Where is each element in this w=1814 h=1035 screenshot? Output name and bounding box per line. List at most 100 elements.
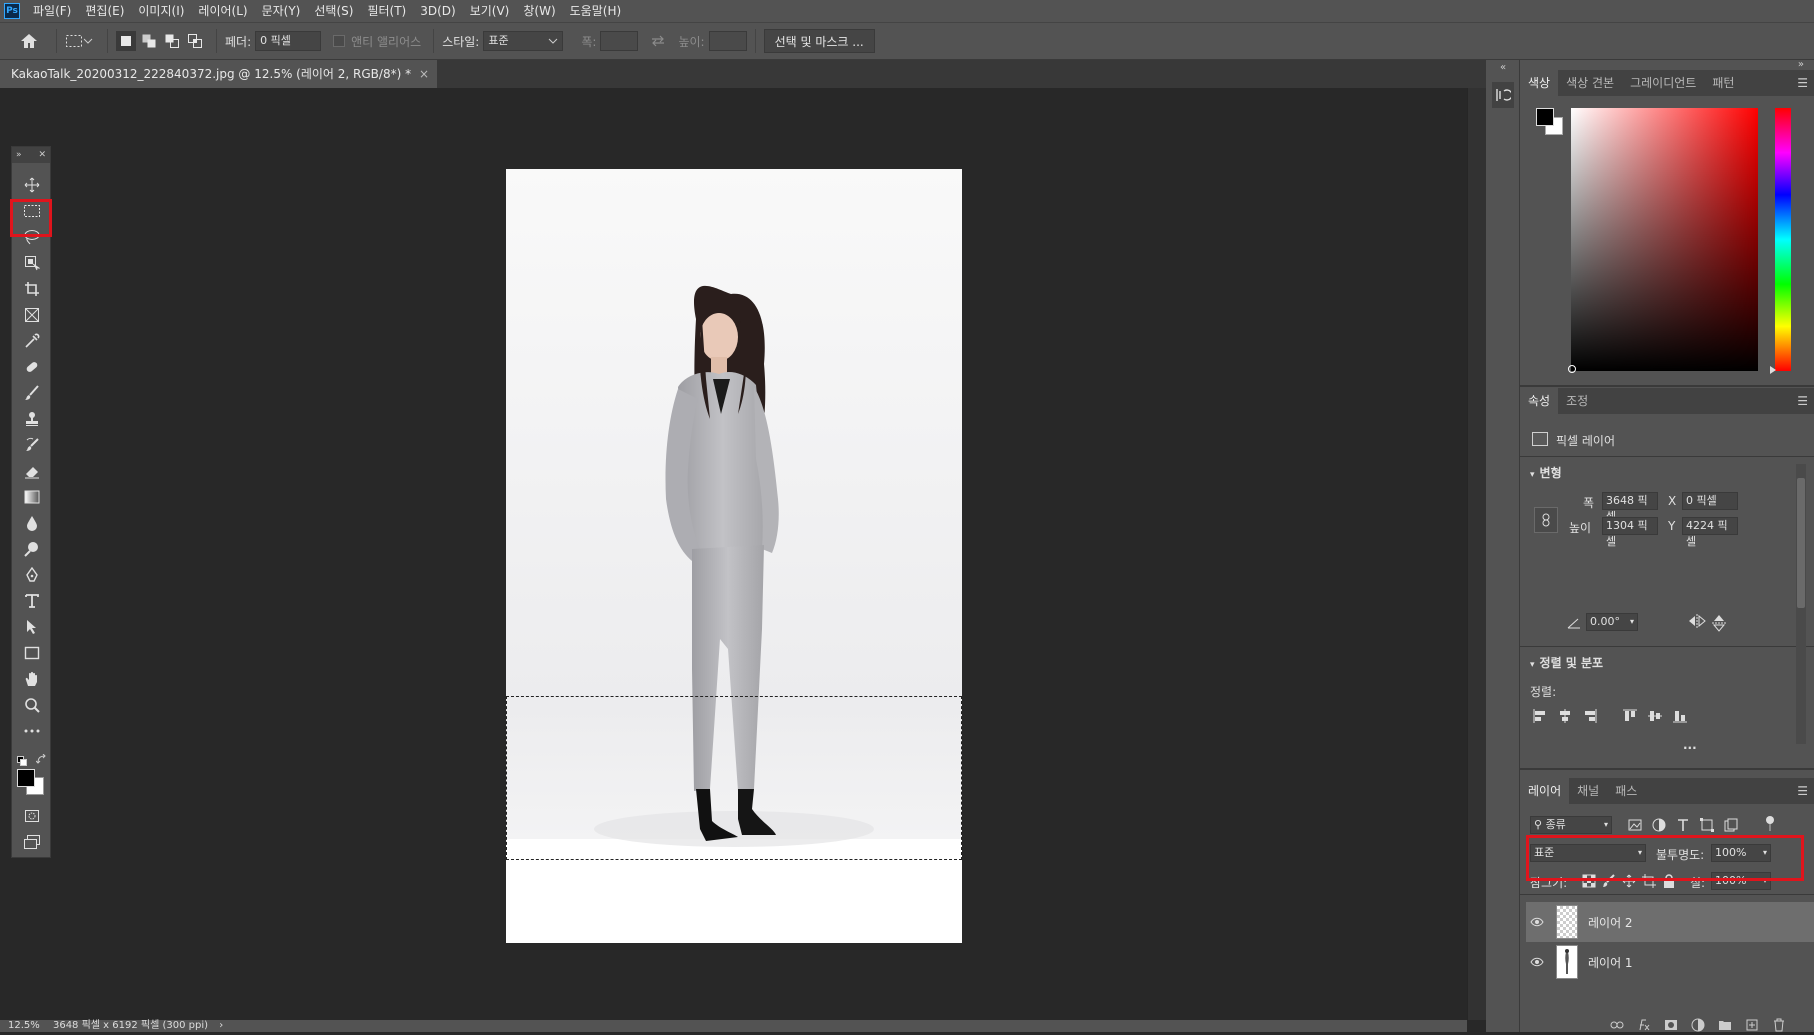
document-tab[interactable]: KakaoTalk_20200312_222840372.jpg @ 12.5%… bbox=[0, 60, 438, 88]
path-selection-tool[interactable] bbox=[20, 616, 44, 638]
type-filter-icon[interactable] bbox=[1676, 818, 1690, 832]
transform-section-header[interactable]: ▾ 변형 bbox=[1530, 464, 1562, 481]
intersect-selection-button[interactable] bbox=[185, 31, 205, 51]
trash-button[interactable] bbox=[1772, 1018, 1786, 1032]
antialias-checkbox[interactable] bbox=[333, 35, 346, 47]
feather-input[interactable]: 0 픽셀 bbox=[255, 31, 322, 51]
marquee-selection[interactable] bbox=[506, 696, 962, 860]
flip-vertical-button[interactable] bbox=[1712, 614, 1726, 635]
align-top-button[interactable] bbox=[1622, 708, 1638, 724]
properties-panel-tab[interactable]: 속성 bbox=[1520, 388, 1559, 414]
blur-tool[interactable] bbox=[20, 512, 44, 534]
properties-scrollbar[interactable] bbox=[1796, 464, 1806, 744]
smart-object-filter-icon[interactable] bbox=[1724, 818, 1738, 832]
menu-item[interactable]: 3D(D) bbox=[413, 0, 462, 22]
height-input[interactable] bbox=[708, 31, 747, 51]
menu-item[interactable]: 창(W) bbox=[516, 0, 562, 22]
menu-item[interactable]: 이미지(I) bbox=[131, 0, 191, 22]
collapse-panels-icon[interactable]: « bbox=[1500, 62, 1506, 73]
gradient-tool[interactable] bbox=[20, 486, 44, 508]
clone-stamp-tool[interactable] bbox=[20, 408, 44, 430]
expand-panels-icon[interactable]: » bbox=[1798, 60, 1804, 70]
screen-mode-button[interactable] bbox=[20, 831, 44, 853]
adjustment-layer-button[interactable] bbox=[1691, 1018, 1705, 1032]
y-field[interactable]: 4224 픽셀 bbox=[1682, 517, 1738, 548]
panel-menu-icon[interactable]: ☰ bbox=[1797, 778, 1808, 804]
x-field[interactable]: 0 픽셀 bbox=[1682, 492, 1738, 510]
flip-horizontal-button[interactable] bbox=[1688, 614, 1706, 631]
history-panel-button[interactable] bbox=[1492, 82, 1514, 108]
swap-dimensions-button[interactable] bbox=[650, 35, 666, 47]
align-bottom-button[interactable] bbox=[1672, 708, 1688, 724]
object-select-tool[interactable] bbox=[20, 252, 44, 274]
rectangle-tool[interactable] bbox=[20, 642, 44, 664]
width-field[interactable]: 3648 픽셀 bbox=[1602, 492, 1658, 523]
color-panel-tab[interactable]: 색상 bbox=[1520, 70, 1559, 96]
style-select[interactable]: 표준 bbox=[483, 31, 564, 51]
menu-item[interactable]: 선택(S) bbox=[307, 0, 360, 22]
more-tools-button[interactable] bbox=[20, 720, 44, 742]
menu-item[interactable]: 편집(E) bbox=[78, 0, 131, 22]
marquee-preset-picker[interactable] bbox=[65, 34, 93, 48]
dodge-tool[interactable] bbox=[20, 538, 44, 560]
align-section-header[interactable]: ▾ 정렬 및 분포 bbox=[1530, 654, 1603, 671]
move-tool[interactable] bbox=[20, 174, 44, 196]
healing-brush-tool[interactable] bbox=[20, 356, 44, 378]
panel-menu-icon[interactable]: ☰ bbox=[1797, 70, 1808, 96]
layer-row[interactable]: 레이어 1 bbox=[1526, 942, 1814, 982]
eyedropper-tool[interactable] bbox=[20, 330, 44, 352]
menu-item[interactable]: 보기(V) bbox=[463, 0, 517, 22]
subtract-selection-button[interactable] bbox=[162, 31, 182, 51]
status-menu-arrow[interactable]: › bbox=[219, 1020, 223, 1031]
shape-filter-icon[interactable] bbox=[1700, 818, 1714, 832]
fx-button[interactable] bbox=[1637, 1018, 1651, 1032]
layers-panel-tab[interactable]: 패스 bbox=[1607, 778, 1645, 804]
color-panel-tab[interactable]: 그레이디언트 bbox=[1622, 70, 1704, 96]
panel-menu-icon[interactable]: ☰ bbox=[1797, 388, 1808, 414]
vertical-scrollbar[interactable] bbox=[1467, 88, 1486, 1020]
swap-colors-icon[interactable] bbox=[35, 753, 48, 766]
layers-panel-tab[interactable]: 레이어 bbox=[1520, 778, 1570, 804]
frame-tool[interactable] bbox=[20, 304, 44, 326]
hue-slider[interactable] bbox=[1775, 108, 1791, 371]
align-middle-v-button[interactable] bbox=[1647, 708, 1663, 724]
filter-toggle[interactable] bbox=[1765, 816, 1775, 832]
eraser-tool[interactable] bbox=[20, 460, 44, 482]
eye-icon[interactable] bbox=[1526, 957, 1548, 967]
align-right-button[interactable] bbox=[1582, 708, 1598, 724]
zoom-readout[interactable]: 12.5% bbox=[8, 1020, 40, 1031]
default-colors-icon[interactable] bbox=[17, 755, 27, 766]
color-panel-tab[interactable]: 패턴 bbox=[1704, 70, 1742, 96]
align-center-h-button[interactable] bbox=[1557, 708, 1573, 724]
hand-tool[interactable] bbox=[20, 668, 44, 690]
link-dimensions-button[interactable] bbox=[1534, 507, 1558, 533]
zoom-tool[interactable] bbox=[20, 694, 44, 716]
layer-row[interactable]: 레이어 2 bbox=[1526, 902, 1814, 942]
close-icon[interactable]: × bbox=[419, 60, 429, 88]
add-selection-button[interactable] bbox=[139, 31, 159, 51]
select-and-mask-button[interactable]: 선택 및 마스크 ... bbox=[763, 29, 875, 53]
history-brush-tool[interactable] bbox=[20, 434, 44, 456]
eye-icon[interactable] bbox=[1526, 917, 1548, 927]
add-mask-button[interactable] bbox=[1664, 1018, 1678, 1032]
foreground-color-swatch[interactable] bbox=[17, 769, 35, 787]
brush-tool[interactable] bbox=[20, 382, 44, 404]
new-layer-button[interactable] bbox=[1745, 1018, 1759, 1032]
pen-tool[interactable] bbox=[20, 564, 44, 586]
align-left-button[interactable] bbox=[1532, 708, 1548, 724]
new-group-button[interactable] bbox=[1718, 1018, 1732, 1032]
collapse-icon[interactable]: » bbox=[16, 150, 22, 160]
menu-item[interactable]: 파일(F) bbox=[26, 0, 78, 22]
width-input[interactable] bbox=[600, 31, 639, 51]
new-selection-button[interactable] bbox=[116, 31, 136, 51]
close-icon[interactable]: ✕ bbox=[38, 150, 46, 160]
image-filter-icon[interactable] bbox=[1628, 818, 1642, 832]
quick-mask-button[interactable] bbox=[20, 805, 44, 827]
menu-item[interactable]: 도움말(H) bbox=[563, 0, 629, 22]
color-field[interactable] bbox=[1571, 108, 1758, 371]
adjustment-filter-icon[interactable] bbox=[1652, 818, 1666, 832]
angle-field[interactable]: 0.00° ▾ bbox=[1586, 613, 1638, 631]
height-field[interactable]: 1304 픽셀 bbox=[1602, 517, 1658, 548]
home-button[interactable] bbox=[10, 26, 48, 56]
layer-filter-select[interactable]: ⚲ 종류 ▾ bbox=[1530, 816, 1612, 834]
